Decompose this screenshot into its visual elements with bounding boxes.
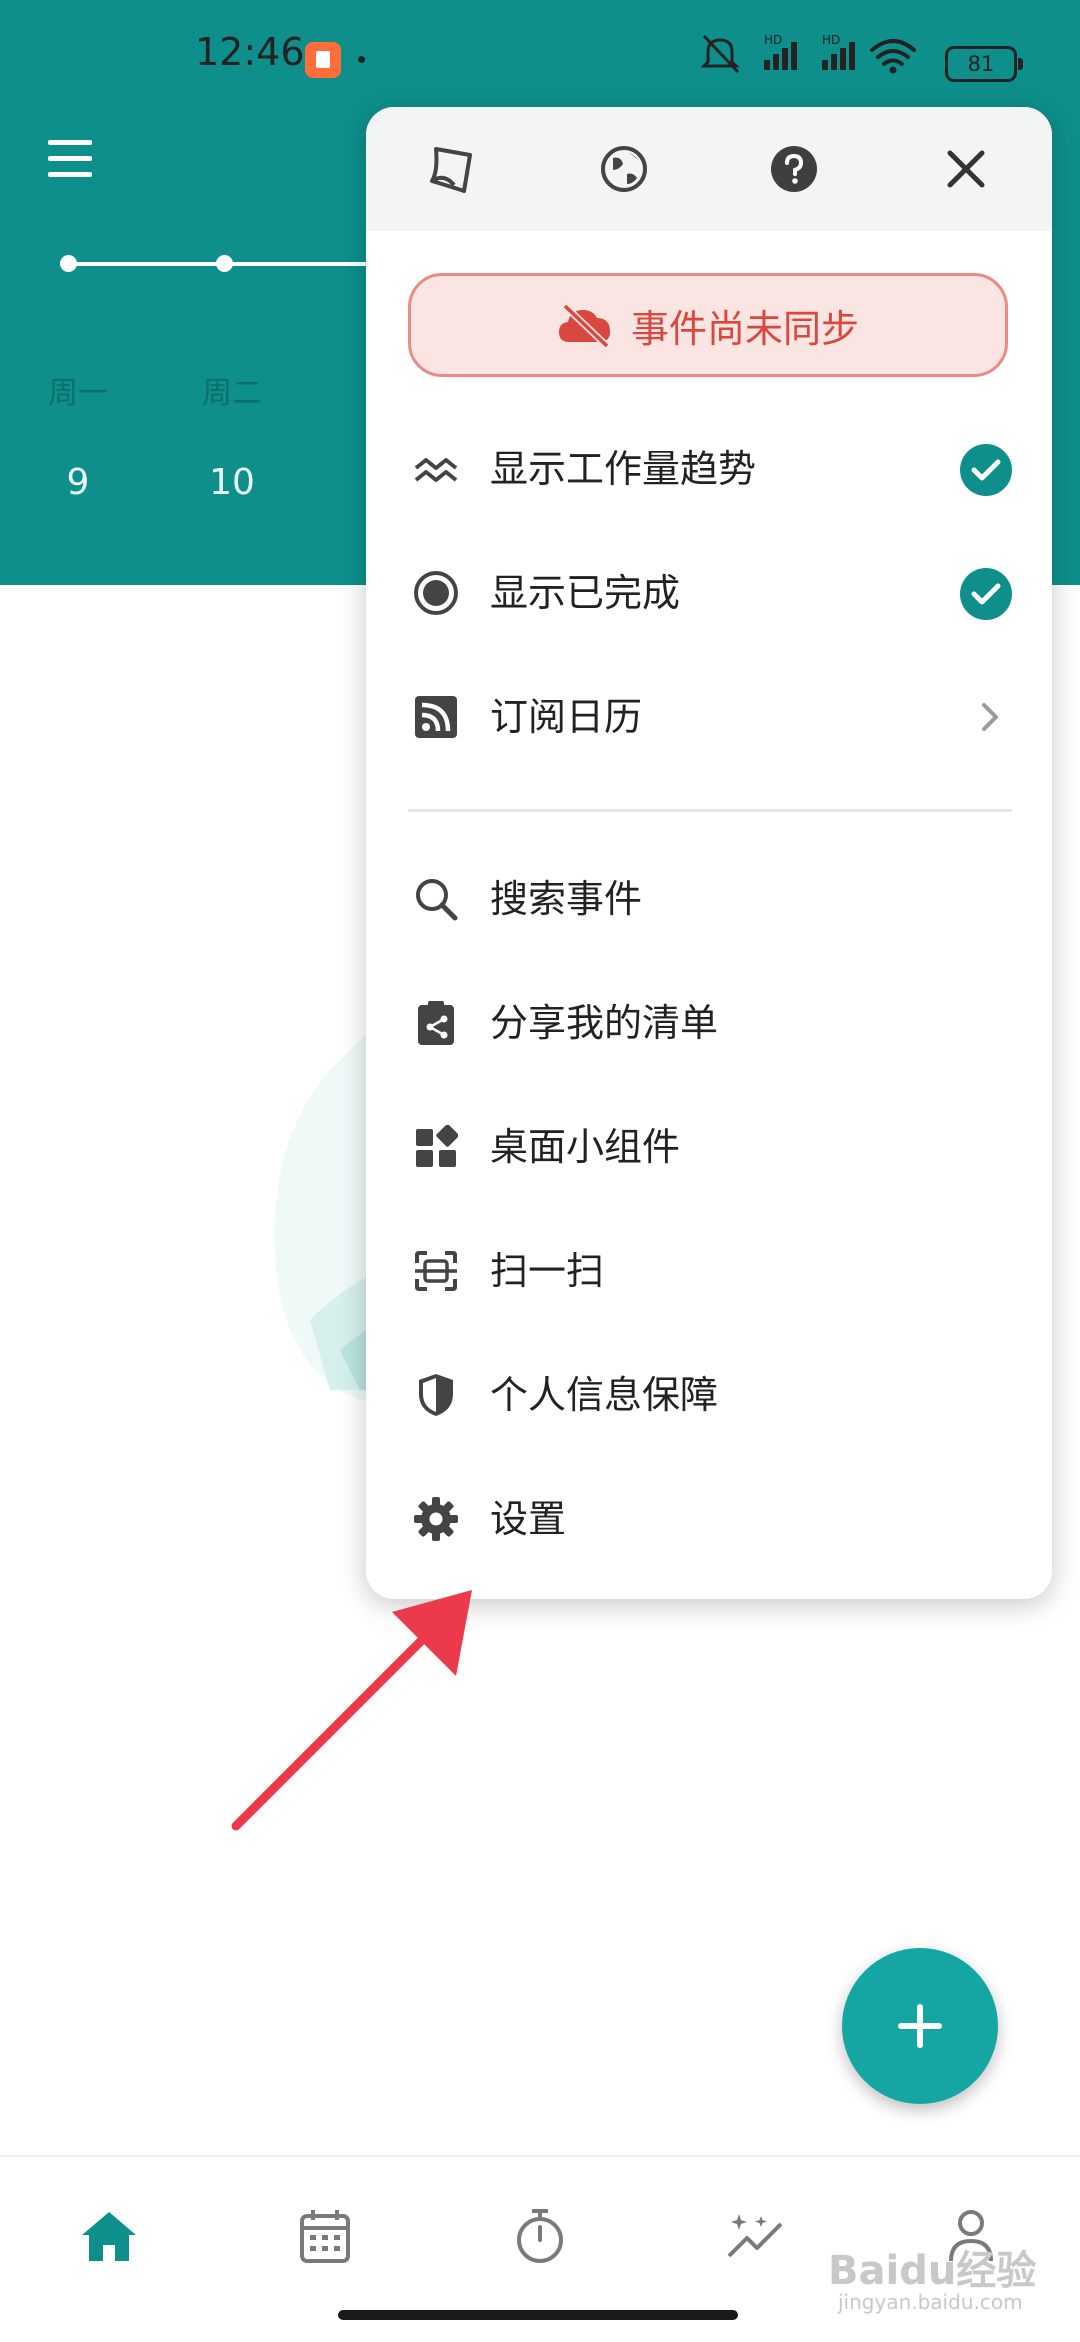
- checkmark-icon[interactable]: [960, 444, 1012, 496]
- toggle-workload-trend[interactable]: 显示工作量趋势: [366, 409, 1052, 529]
- help-icon[interactable]: [764, 139, 824, 199]
- timer-icon[interactable]: [505, 2201, 575, 2271]
- settings-item[interactable]: 设置: [366, 1459, 1052, 1579]
- item-label: 显示工作量趋势: [490, 447, 757, 491]
- wifi-icon: [870, 39, 916, 66]
- item-label: 搜索事件: [490, 877, 643, 921]
- home-indicator-bar[interactable]: [338, 2310, 738, 2320]
- share-list-item[interactable]: 分享我的清单: [366, 963, 1052, 1083]
- week-timeline: [60, 255, 398, 272]
- weekday-label: 周一: [48, 376, 108, 411]
- widgets-icon: [412, 1123, 460, 1171]
- plus-icon: [898, 2004, 942, 2048]
- rss-icon: [412, 693, 460, 741]
- status-time: 12:46: [195, 30, 305, 74]
- watermark-url: jingyan.baidu.com: [838, 2290, 1023, 2314]
- weekday-label: 周二: [202, 376, 262, 411]
- privacy-item[interactable]: 个人信息保障: [366, 1335, 1052, 1455]
- day-number[interactable]: 10: [192, 462, 272, 503]
- notification-app-icon: [305, 42, 341, 78]
- trend-icon: [412, 445, 460, 493]
- annotation-arrow: [231, 1590, 472, 1831]
- share-clipboard-icon: [412, 999, 460, 1047]
- add-event-button[interactable]: [842, 1948, 998, 2104]
- day-number[interactable]: 9: [38, 462, 118, 503]
- item-label: 桌面小组件: [490, 1125, 681, 1169]
- sync-status-text: 事件尚未同步: [630, 306, 859, 351]
- popup-toolbar: [366, 107, 1052, 231]
- watermark-logo: Baidu经验: [828, 2248, 1037, 2294]
- battery-indicator: 81: [945, 46, 1023, 82]
- subscribe-calendar-item[interactable]: 订阅日历: [366, 657, 1052, 777]
- timeline-dot: [60, 255, 77, 272]
- sync-status-banner[interactable]: 事件尚未同步: [408, 273, 1008, 377]
- notification-dot: [358, 56, 365, 63]
- item-label: 扫一扫: [490, 1249, 605, 1293]
- item-label: 分享我的清单: [490, 1001, 719, 1045]
- checkmark-icon[interactable]: [960, 568, 1012, 620]
- chevron-right-icon: [982, 703, 998, 731]
- search-icon: [412, 875, 460, 923]
- timeline-dot: [216, 255, 233, 272]
- widgets-item[interactable]: 桌面小组件: [366, 1087, 1052, 1207]
- gear-icon: [412, 1495, 460, 1543]
- close-icon[interactable]: [936, 139, 996, 199]
- item-label: 订阅日历: [490, 695, 643, 739]
- hd-label-1: HD: [764, 33, 782, 47]
- cloud-off-icon: [558, 303, 611, 348]
- status-bar: 12:46 HD HD 81: [0, 0, 1080, 110]
- globe-icon[interactable]: [594, 139, 654, 199]
- item-label: 显示已完成: [490, 571, 681, 615]
- calendar-icon[interactable]: [290, 2201, 360, 2271]
- stats-icon[interactable]: [720, 2201, 790, 2271]
- item-label: 个人信息保障: [490, 1373, 719, 1417]
- radio-filled-icon: [412, 569, 460, 617]
- options-popup: 事件尚未同步 显示工作量趋势 显示已完成 订阅日历 搜索事件 分享我的清单 桌面…: [366, 107, 1052, 1599]
- toggle-show-completed[interactable]: 显示已完成: [366, 533, 1052, 653]
- search-events-item[interactable]: 搜索事件: [366, 839, 1052, 959]
- skin-icon[interactable]: [422, 139, 482, 199]
- menu-divider: [408, 809, 1012, 812]
- shield-icon: [412, 1371, 460, 1419]
- home-icon[interactable]: [74, 2201, 144, 2271]
- scan-item[interactable]: 扫一扫: [366, 1211, 1052, 1331]
- hamburger-menu-icon[interactable]: [48, 140, 92, 180]
- mute-bell-icon: [700, 34, 740, 74]
- system-status-icons: HD HD: [700, 33, 916, 74]
- item-label: 设置: [490, 1497, 567, 1541]
- scan-icon: [412, 1247, 460, 1295]
- hd-label-2: HD: [822, 33, 840, 47]
